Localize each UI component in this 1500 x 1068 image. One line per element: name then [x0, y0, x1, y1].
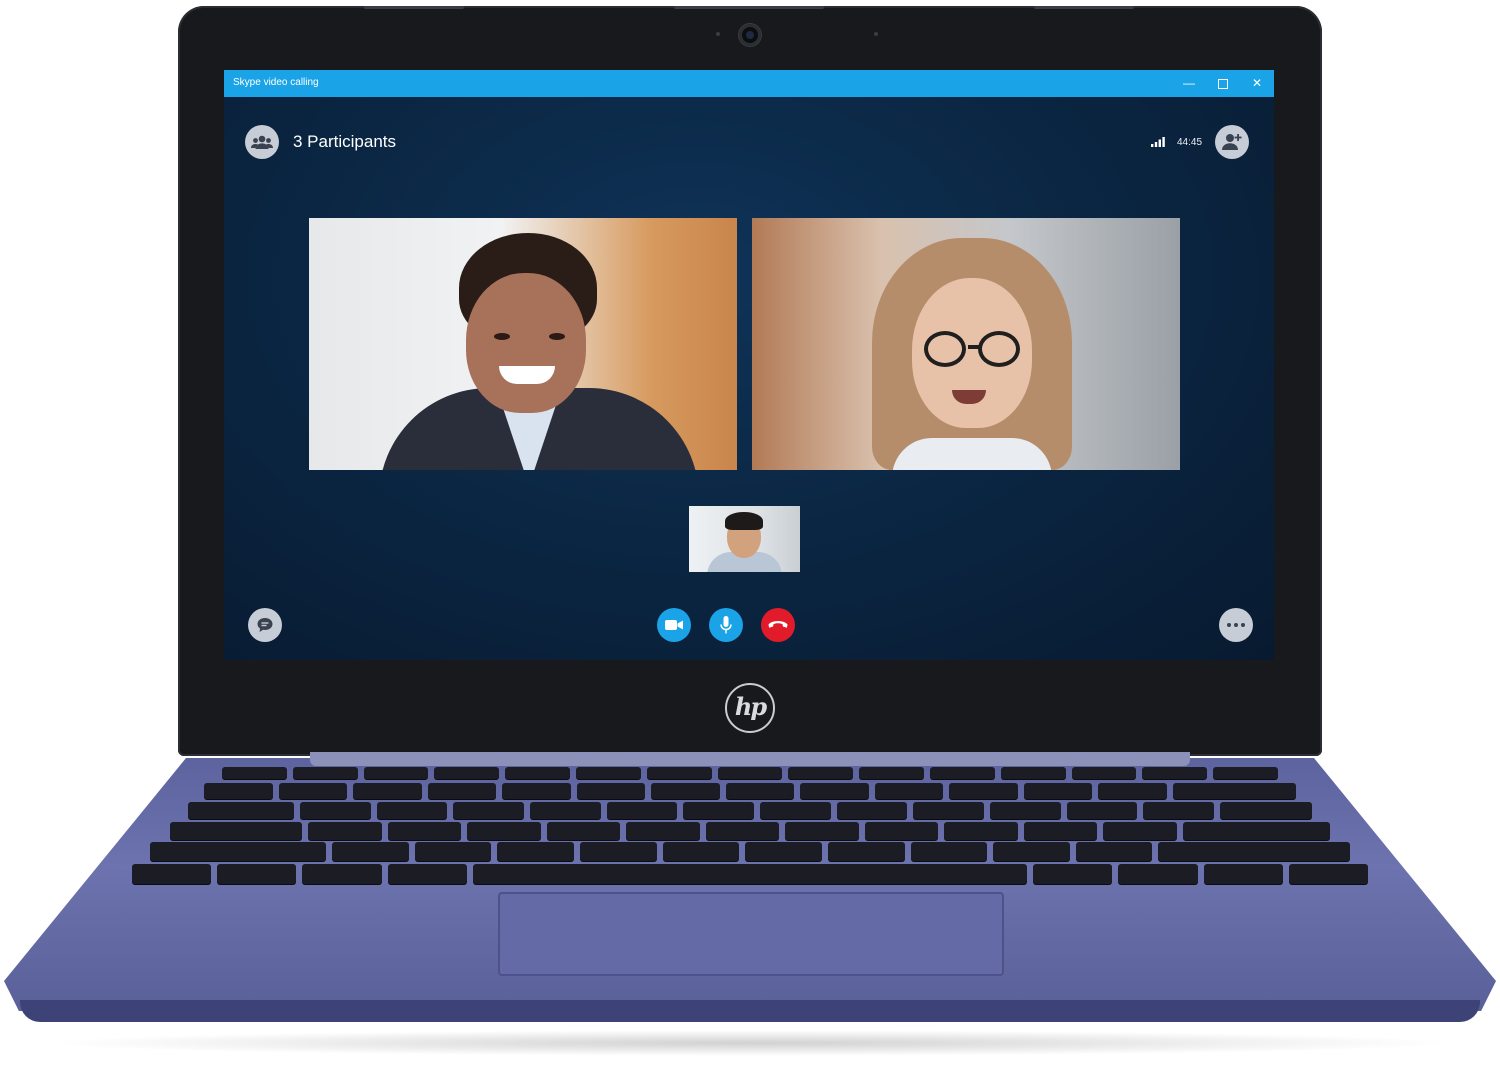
- window-title: Skype video calling: [233, 77, 319, 88]
- laptop-shadow: [40, 1030, 1460, 1056]
- face: [466, 273, 586, 413]
- minimize-button[interactable]: —: [1176, 73, 1202, 93]
- self-view-video[interactable]: [689, 506, 800, 572]
- toggle-mic-button[interactable]: [709, 608, 743, 642]
- shirt: [892, 438, 1052, 470]
- participants-count-label: 3 Participants: [293, 132, 396, 151]
- close-button[interactable]: ✕: [1244, 73, 1270, 93]
- lid-edge-detail: [674, 6, 824, 9]
- eye: [494, 333, 510, 340]
- glasses-lens: [978, 331, 1020, 367]
- toggle-video-button[interactable]: [657, 608, 691, 642]
- hang-up-icon: [768, 621, 788, 628]
- keyboard-shift-row: [150, 842, 1351, 861]
- participant-video-boy[interactable]: [309, 218, 737, 470]
- maximize-icon: [1218, 78, 1228, 89]
- chat-button[interactable]: [248, 608, 282, 642]
- keyboard-bottom-row: [132, 864, 1369, 884]
- microphone-hole: [874, 32, 878, 36]
- maximize-button[interactable]: [1210, 73, 1236, 93]
- signal-icon: [1151, 137, 1165, 147]
- hair: [725, 512, 763, 530]
- lid-edge-detail: [364, 6, 464, 9]
- video-camera-icon: [665, 620, 683, 630]
- keyboard-home-row: [170, 822, 1331, 840]
- glasses-bridge: [968, 345, 980, 349]
- add-participant-button[interactable]: [1215, 125, 1249, 159]
- participant-video-girl[interactable]: [752, 218, 1180, 470]
- laptop-hinge: [310, 752, 1190, 766]
- end-call-button[interactable]: [761, 608, 795, 642]
- laptop-base-front-edge: [20, 1000, 1480, 1022]
- call-timer: 44:45: [1177, 137, 1203, 148]
- participants-button[interactable]: [245, 125, 279, 159]
- lid-edge-detail: [1034, 6, 1134, 9]
- eye: [549, 333, 565, 340]
- glasses-lens: [924, 331, 966, 367]
- window-titlebar: Skype video calling — ✕: [224, 70, 1274, 97]
- keyboard-function-row: [222, 767, 1278, 779]
- chat-icon: [257, 618, 273, 632]
- more-options-button[interactable]: [1219, 608, 1253, 642]
- keyboard-qwerty-row: [188, 802, 1312, 819]
- keyboard-number-row: [204, 783, 1297, 799]
- webcam: [739, 24, 761, 46]
- hp-logo: hp: [725, 683, 775, 733]
- skype-call-window: Skype video calling — ✕ 3 Participants 4…: [224, 70, 1274, 660]
- more-icon: [1227, 623, 1245, 627]
- touchpad[interactable]: [498, 892, 1004, 976]
- microphone-hole: [716, 32, 720, 36]
- add-person-icon: [1222, 134, 1242, 150]
- microphone-icon: [720, 616, 732, 634]
- people-icon: [251, 135, 273, 149]
